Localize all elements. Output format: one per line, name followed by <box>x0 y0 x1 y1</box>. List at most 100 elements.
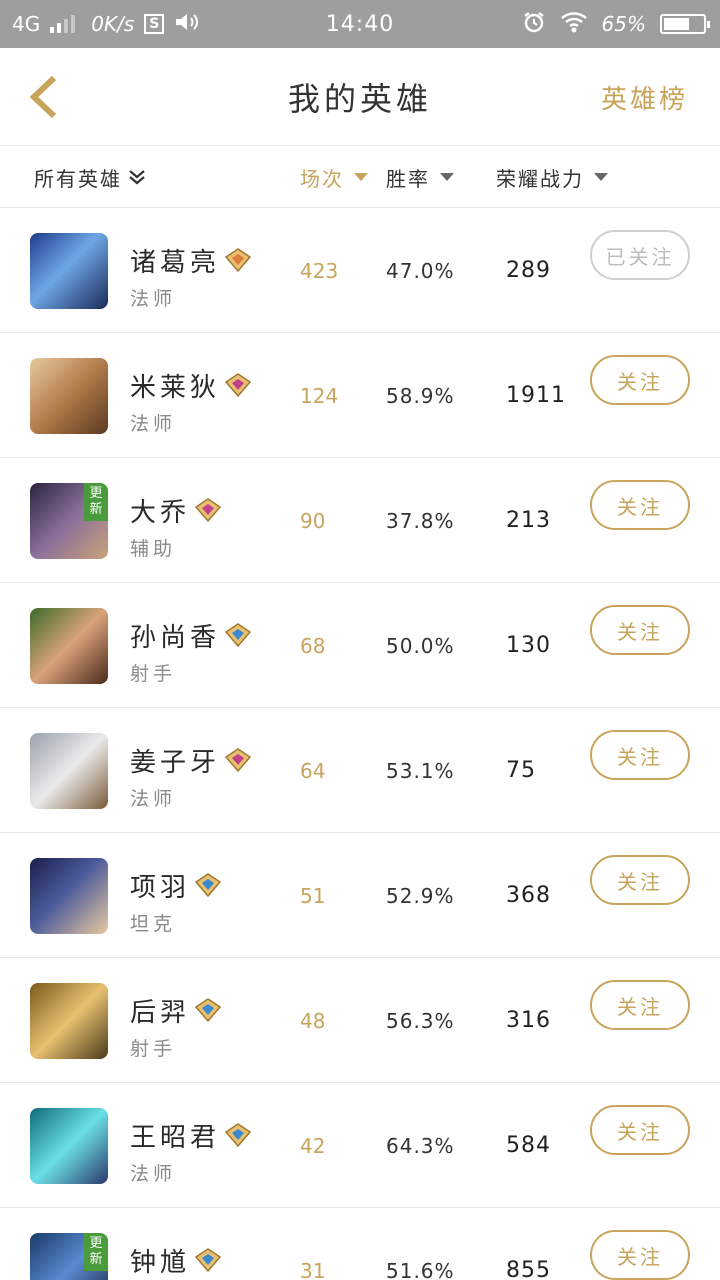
hero-role: 坦克 <box>130 913 177 935</box>
glory-power: 584 <box>506 1133 551 1158</box>
battery-icon <box>660 14 710 34</box>
glory-power: 316 <box>506 1008 551 1033</box>
hero-name: 王昭君 <box>130 1117 254 1154</box>
hero-row[interactable]: 后羿 射手 48 56.3% 316 关注 <box>0 958 720 1083</box>
battery-percent: 65% <box>601 12 646 36</box>
hero-role: 法师 <box>130 413 177 435</box>
double-chevron-down-icon <box>129 170 145 185</box>
glory-power: 1911 <box>506 383 566 408</box>
hero-name-text: 后羿 <box>130 998 191 1028</box>
rank-gem-icon <box>194 497 222 522</box>
win-rate: 52.9% <box>386 883 455 908</box>
hero-name: 钟馗 <box>130 1242 224 1279</box>
top-app-bar: 我的英雄 英雄榜 <box>0 48 720 146</box>
hero-row[interactable]: 更新 钟馗 31 51.6% 855 关注 <box>0 1208 720 1280</box>
hero-row[interactable]: 项羽 坦克 51 52.9% 368 关注 <box>0 833 720 958</box>
follow-button[interactable]: 关注 <box>590 855 690 905</box>
hero-avatar <box>30 608 108 684</box>
match-count: 31 <box>300 1258 326 1280</box>
hero-name-text: 姜子牙 <box>130 748 221 778</box>
sort-glory-power-label: 荣耀战力 <box>496 166 584 191</box>
wifi-icon <box>560 11 588 38</box>
caret-down-icon <box>354 173 368 181</box>
chevron-left-icon <box>29 75 57 119</box>
hero-row[interactable]: 诸葛亮 法师 423 47.0% 289 已关注 <box>0 208 720 333</box>
glory-power: 130 <box>506 633 551 658</box>
hero-avatar <box>30 358 108 434</box>
hero-avatar <box>30 858 108 934</box>
rank-gem-icon <box>194 1247 222 1272</box>
match-count: 64 <box>300 758 326 783</box>
sort-win-rate[interactable]: 胜率 <box>386 146 454 208</box>
hero-name: 米莱狄 <box>130 367 254 404</box>
hero-name: 项羽 <box>130 867 224 904</box>
win-rate: 37.8% <box>386 508 455 533</box>
win-rate: 50.0% <box>386 633 455 658</box>
hero-ranking-link[interactable]: 英雄榜 <box>601 48 688 146</box>
hero-name: 姜子牙 <box>130 742 254 779</box>
status-right: 65% <box>522 0 710 48</box>
caret-down-icon <box>594 173 608 181</box>
win-rate: 51.6% <box>386 1258 455 1280</box>
hero-role: 法师 <box>130 288 177 310</box>
rank-gem-icon <box>194 872 222 897</box>
hero-row[interactable]: 米莱狄 法师 124 58.9% 1911 关注 <box>0 333 720 458</box>
hero-role: 法师 <box>130 1163 177 1185</box>
match-count: 42 <box>300 1133 326 1158</box>
match-count: 51 <box>300 883 326 908</box>
hero-name: 孙尚香 <box>130 617 254 654</box>
match-count: 124 <box>300 383 339 408</box>
hero-name: 诸葛亮 <box>130 242 254 279</box>
glory-power: 368 <box>506 883 551 908</box>
hero-name-text: 孙尚香 <box>130 623 221 653</box>
rank-gem-icon <box>194 997 222 1022</box>
win-rate: 53.1% <box>386 758 455 783</box>
match-count: 423 <box>300 258 339 283</box>
filter-all-heroes[interactable]: 所有英雄 <box>34 146 146 208</box>
win-rate: 47.0% <box>386 258 455 283</box>
hero-row[interactable]: 王昭君 法师 42 64.3% 584 关注 <box>0 1083 720 1208</box>
hero-name: 后羿 <box>130 992 224 1029</box>
sort-matches-label: 场次 <box>300 166 344 191</box>
follow-button[interactable]: 关注 <box>590 605 690 655</box>
glory-power: 75 <box>506 758 536 783</box>
hero-name-text: 诸葛亮 <box>130 248 221 278</box>
hero-row[interactable]: 孙尚香 射手 68 50.0% 130 关注 <box>0 583 720 708</box>
match-count: 68 <box>300 633 326 658</box>
hero-avatar <box>30 733 108 809</box>
caret-down-icon <box>440 173 454 181</box>
glory-power: 289 <box>506 258 551 283</box>
hero-avatar <box>30 1108 108 1184</box>
hero-name: 大乔 <box>130 492 224 529</box>
update-badge: 更新 <box>84 1233 108 1271</box>
follow-button[interactable]: 关注 <box>590 980 690 1030</box>
sort-win-rate-label: 胜率 <box>386 166 430 191</box>
hero-avatar: 更新 <box>30 1233 108 1280</box>
sort-matches[interactable]: 场次 <box>300 146 368 208</box>
hero-role: 射手 <box>130 1038 177 1060</box>
hero-row[interactable]: 更新 大乔 辅助 90 37.8% 213 关注 <box>0 458 720 583</box>
follow-button[interactable]: 关注 <box>590 1105 690 1155</box>
hero-row[interactable]: 姜子牙 法师 64 53.1% 75 关注 <box>0 708 720 833</box>
follow-button[interactable]: 关注 <box>590 730 690 780</box>
sort-glory-power[interactable]: 荣耀战力 <box>496 146 608 208</box>
hero-name-text: 钟馗 <box>130 1248 191 1278</box>
match-count: 48 <box>300 1008 326 1033</box>
hero-name-text: 米莱狄 <box>130 373 221 403</box>
rank-gem-icon <box>224 747 252 772</box>
glory-power: 855 <box>506 1258 551 1280</box>
hero-role: 辅助 <box>130 538 177 560</box>
follow-button[interactable]: 关注 <box>590 1230 690 1280</box>
follow-button[interactable]: 关注 <box>590 480 690 530</box>
win-rate: 58.9% <box>386 383 455 408</box>
rank-gem-icon <box>224 372 252 397</box>
status-bar: 4G 0K/s S 14:40 65% <box>0 0 720 48</box>
hero-role: 法师 <box>130 788 177 810</box>
back-button[interactable] <box>18 70 68 124</box>
hero-list: 诸葛亮 法师 423 47.0% 289 已关注 米莱狄 法师 124 58.9… <box>0 208 720 1280</box>
match-count: 90 <box>300 508 326 533</box>
filter-all-heroes-label: 所有英雄 <box>34 166 122 191</box>
hero-avatar <box>30 233 108 309</box>
follow-button[interactable]: 已关注 <box>590 230 690 280</box>
follow-button[interactable]: 关注 <box>590 355 690 405</box>
